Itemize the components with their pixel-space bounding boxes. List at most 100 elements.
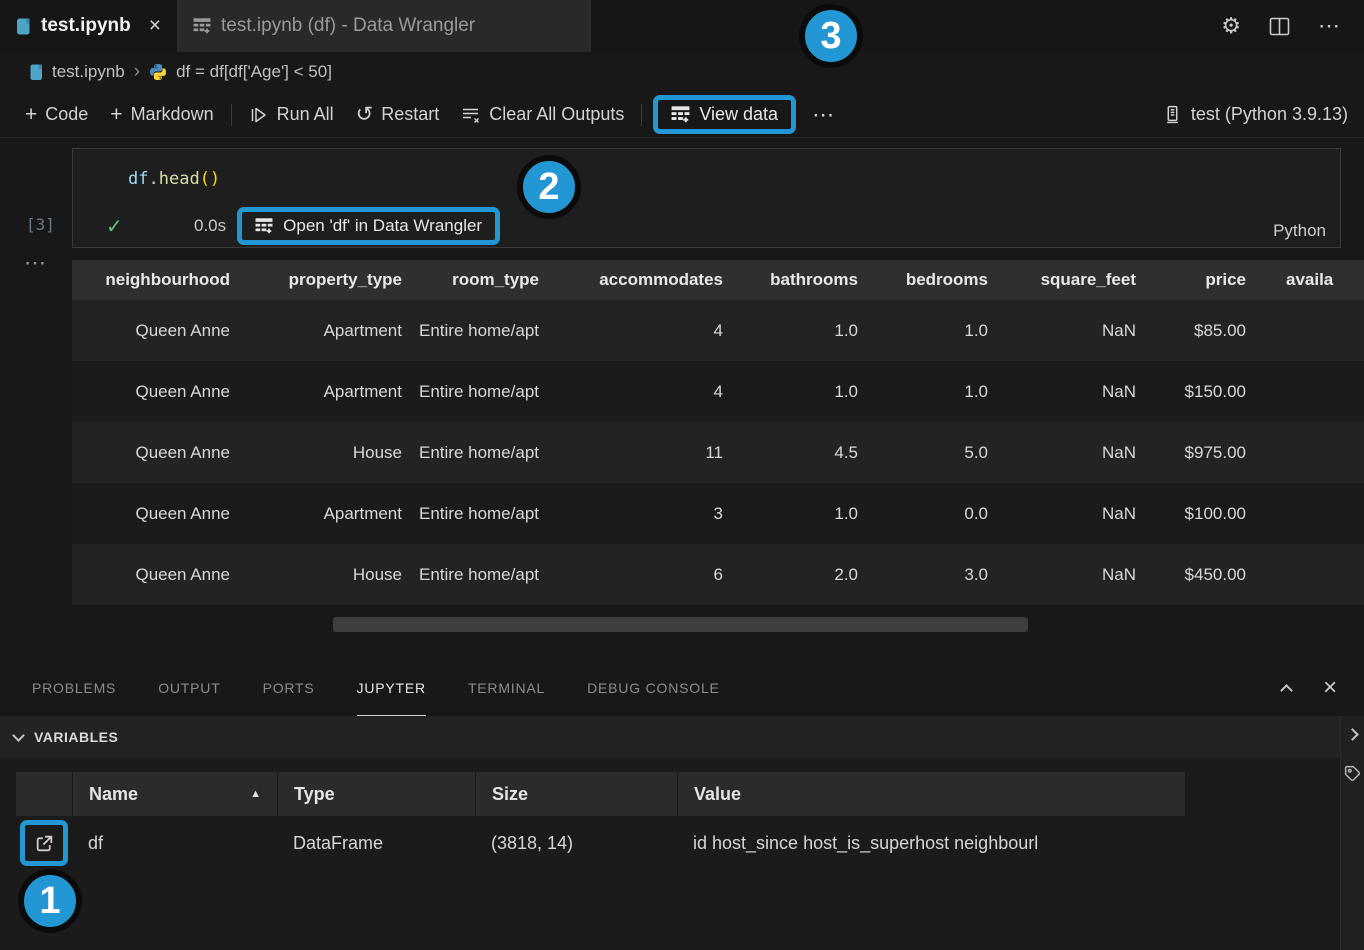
toolbar-separator <box>641 104 642 126</box>
chevron-up-icon[interactable] <box>1280 684 1293 697</box>
cell-room-type: Entire home/apt <box>416 564 553 585</box>
notebook-toolbar: + Code + Markdown Run All ↺ Restart Clea… <box>0 92 1364 138</box>
variable-row-df: df DataFrame (3818, 14) id host_since ho… <box>16 818 1364 868</box>
add-code-label: Code <box>45 104 88 125</box>
value-header-label: Value <box>694 784 741 805</box>
restart-button[interactable]: ↺ Restart <box>345 98 451 131</box>
column-header: accommodates <box>553 269 737 290</box>
cell-square-feet: NaN <box>1002 564 1150 585</box>
cell-property-type: Apartment <box>244 381 416 402</box>
size-header-label: Size <box>492 784 528 805</box>
cell-price: $150.00 <box>1150 381 1260 402</box>
cell-bedrooms: 5.0 <box>872 442 1002 463</box>
variables-value-header[interactable]: Value <box>677 772 1185 816</box>
editor-tab-bar: test.ipynb × test.ipynb (df) - Data Wran… <box>0 0 1364 52</box>
code-parens: () <box>200 169 220 189</box>
column-header: bathrooms <box>737 269 872 290</box>
python-icon <box>149 63 167 81</box>
horizontal-scrollbar[interactable] <box>333 617 1028 632</box>
code-object: df <box>128 169 148 189</box>
table-row: Queen Anne Apartment Entire home/apt 4 1… <box>72 300 1364 361</box>
breadcrumb-symbol[interactable]: df = df[df['Age'] < 50] <box>176 62 332 82</box>
cell-accommodates: 4 <box>553 320 737 341</box>
cell-bedrooms: 1.0 <box>872 320 1002 341</box>
cell-square-feet: NaN <box>1002 320 1150 341</box>
panel-tab-ports[interactable]: PORTS <box>263 660 315 716</box>
panel-tab-jupyter[interactable]: JUPYTER <box>357 660 426 716</box>
cell-price: $100.00 <box>1150 503 1260 524</box>
cell-language-picker[interactable]: Python <box>1273 221 1326 241</box>
launch-cell <box>16 820 72 866</box>
variables-section-header[interactable]: VARIABLES <box>0 716 1340 758</box>
split-editor-icon[interactable] <box>1269 17 1290 36</box>
cell-accommodates: 6 <box>553 564 737 585</box>
add-code-button[interactable]: + Code <box>14 99 99 131</box>
cell-property-type: Apartment <box>244 503 416 524</box>
chevron-right-icon[interactable] <box>1346 728 1359 741</box>
chevron-down-icon <box>12 729 25 742</box>
variables-grid: Name ▲ Type Size Value df DataFrame (3 <box>0 758 1364 950</box>
name-header-label: Name <box>89 784 138 805</box>
view-data-button[interactable]: View data <box>653 95 796 134</box>
column-header: bedrooms <box>872 269 1002 290</box>
variables-type-header[interactable]: Type <box>277 772 475 816</box>
open-external-icon <box>34 833 55 854</box>
restart-icon: ↺ <box>356 102 374 127</box>
variables-name-header[interactable]: Name ▲ <box>72 772 277 816</box>
panel-tab-bar: PROBLEMS OUTPUT PORTS JUPYTER TERMINAL D… <box>0 660 1364 716</box>
toolbar-separator <box>231 104 232 126</box>
more-actions-icon[interactable]: ⋯ <box>1318 13 1340 39</box>
cell-neighbourhood: Queen Anne <box>72 503 244 524</box>
panel-tab-problems[interactable]: PROBLEMS <box>32 660 116 716</box>
column-header: neighbourhood <box>72 269 244 290</box>
tab-data-wrangler[interactable]: test.ipynb (df) - Data Wrangler <box>177 0 591 52</box>
close-icon[interactable]: × <box>149 14 161 38</box>
success-check-icon: ✓ <box>106 214 128 239</box>
kernel-icon <box>1163 105 1182 124</box>
cell-property-type: House <box>244 564 416 585</box>
cell-more-icon[interactable]: ⋯ <box>24 250 46 276</box>
code-cell: df.head() ✓ 0.0s Open 'df' in Data Wrang… <box>72 148 1341 248</box>
cell-square-feet: NaN <box>1002 381 1150 402</box>
breadcrumb-file[interactable]: test.ipynb <box>52 62 125 82</box>
variables-header-row: Name ▲ Type Size Value <box>16 772 1185 816</box>
open-variable-in-data-wrangler-button[interactable] <box>20 820 68 866</box>
variables-section-label: VARIABLES <box>34 729 118 745</box>
panel-tab-debug-console[interactable]: DEBUG CONSOLE <box>587 660 720 716</box>
variables-size-header[interactable]: Size <box>475 772 677 816</box>
run-all-icon <box>249 105 269 125</box>
data-wrangler-icon <box>255 217 273 235</box>
kernel-label: test (Python 3.9.13) <box>1191 104 1348 125</box>
callout-badge-1: 1 <box>18 869 82 933</box>
panel-tab-output[interactable]: OUTPUT <box>158 660 220 716</box>
table-row: Queen Anne Apartment Entire home/apt 4 1… <box>72 361 1364 422</box>
breadcrumb-chevron-icon: › <box>134 61 140 83</box>
cell-code-editor[interactable]: df.head() <box>128 169 220 189</box>
cell-bedrooms: 1.0 <box>872 381 1002 402</box>
gear-icon[interactable]: ⚙ <box>1221 13 1241 39</box>
add-markdown-button[interactable]: + Markdown <box>99 99 224 131</box>
sort-asc-icon: ▲ <box>250 788 261 800</box>
variable-name[interactable]: df <box>72 833 277 854</box>
data-wrangler-icon <box>193 17 211 35</box>
cell-property-type: Apartment <box>244 320 416 341</box>
panel-actions: × <box>1282 676 1364 700</box>
cell-status-bar: ✓ 0.0s Open 'df' in Data Wrangler <box>106 204 500 248</box>
code-method: head <box>159 169 200 189</box>
notebook-file-icon <box>16 17 31 36</box>
tab-notebook[interactable]: test.ipynb × <box>0 0 177 52</box>
tab-bar-actions: ⚙ ⋯ <box>1221 0 1364 52</box>
run-all-label: Run All <box>277 104 334 125</box>
cell-bathrooms: 4.5 <box>737 442 872 463</box>
more-toolbar-actions-icon[interactable]: ⋯ <box>801 98 845 132</box>
run-all-button[interactable]: Run All <box>238 100 345 129</box>
close-panel-icon[interactable]: × <box>1323 676 1338 700</box>
kernel-picker-button[interactable]: test (Python 3.9.13) <box>1163 104 1364 125</box>
view-data-label: View data <box>699 104 778 125</box>
clear-all-outputs-button[interactable]: Clear All Outputs <box>450 100 635 129</box>
panel-tab-terminal[interactable]: TERMINAL <box>468 660 545 716</box>
tag-icon[interactable] <box>1344 765 1361 782</box>
notebook-file-icon <box>30 64 43 81</box>
open-df-in-data-wrangler-button[interactable]: Open 'df' in Data Wrangler <box>237 207 500 245</box>
add-markdown-label: Markdown <box>131 104 214 125</box>
